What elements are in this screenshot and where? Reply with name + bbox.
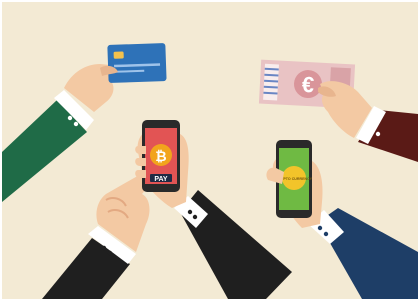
finger xyxy=(135,146,146,154)
credit-card-body xyxy=(107,43,167,83)
cufflink-dot xyxy=(375,131,381,137)
cufflink-dot xyxy=(187,209,193,215)
cufflink-dot xyxy=(101,245,107,251)
cufflink-dot xyxy=(73,121,79,127)
finger xyxy=(135,170,146,178)
hand-pointing xyxy=(42,168,157,299)
credit-card xyxy=(107,43,167,83)
cufflink-dot xyxy=(317,225,323,231)
bitcoin-symbol: ₿ xyxy=(155,148,166,164)
cufflink-dot xyxy=(107,250,113,256)
euro-symbol: € xyxy=(301,72,315,98)
cufflink-dot xyxy=(192,214,198,220)
pay-label: PAY xyxy=(154,176,168,183)
card-chip xyxy=(113,51,124,59)
finger xyxy=(135,158,146,166)
cufflink-dot xyxy=(67,115,73,121)
hand-with-crypto-phone: CRYPTO CURRENCY xyxy=(266,140,418,299)
image-frame: € ₿ PAY CRYPTO CURRENCY xyxy=(0,0,420,301)
illustration-svg: € ₿ PAY CRYPTO CURRENCY xyxy=(2,43,418,299)
hand-with-pay-phone: ₿ PAY xyxy=(135,120,292,299)
cufflink-dot xyxy=(371,125,377,131)
payment-illustration: € ₿ PAY CRYPTO CURRENCY xyxy=(2,2,418,299)
cufflink-dot xyxy=(323,231,329,237)
